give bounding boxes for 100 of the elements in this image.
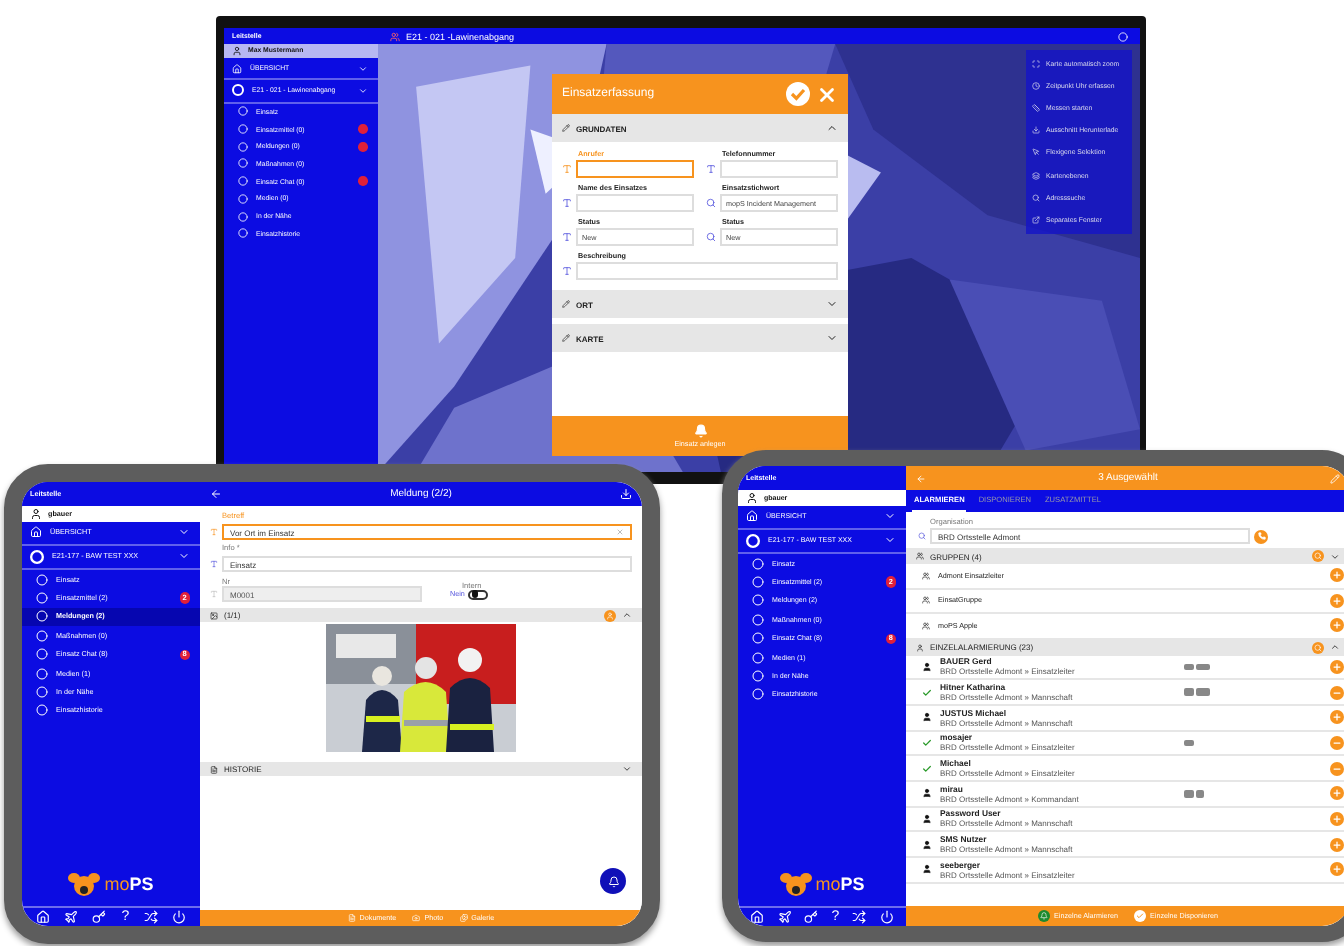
download-icon[interactable] xyxy=(620,488,632,500)
group-icon xyxy=(922,621,930,630)
text-icon xyxy=(210,528,218,536)
circle-icon xyxy=(752,594,764,607)
text-icon xyxy=(706,164,716,174)
input-field[interactable] xyxy=(576,194,694,212)
fab-button[interactable] xyxy=(600,868,626,894)
circle-icon xyxy=(238,193,248,204)
power-icon[interactable] xyxy=(879,910,894,924)
add-button[interactable] xyxy=(1330,710,1344,725)
chevron-up-icon[interactable] xyxy=(1330,642,1340,652)
add-button[interactable] xyxy=(1330,811,1344,826)
home-icon xyxy=(30,526,42,539)
user-icon xyxy=(30,507,42,520)
document-icon xyxy=(347,914,356,922)
home-icon xyxy=(746,510,758,523)
add-button[interactable] xyxy=(1330,593,1344,608)
search-icon xyxy=(1032,193,1040,202)
search-icon xyxy=(918,532,926,540)
pencil-icon xyxy=(562,124,570,132)
search-button[interactable] xyxy=(1312,641,1324,653)
circle-icon xyxy=(238,176,248,187)
window-icon xyxy=(1032,215,1040,224)
remove-button[interactable] xyxy=(1330,735,1344,750)
user-icon xyxy=(746,491,758,504)
circle-icon xyxy=(36,704,48,717)
text-icon xyxy=(562,232,572,242)
input-field[interactable] xyxy=(720,160,838,178)
add-button[interactable] xyxy=(1330,618,1344,633)
document-icon xyxy=(210,765,218,773)
home-icon[interactable] xyxy=(750,910,765,924)
add-button[interactable] xyxy=(1330,786,1344,801)
circle-icon xyxy=(752,613,764,626)
plane-icon[interactable] xyxy=(777,910,792,924)
text-icon xyxy=(562,266,572,276)
bell-icon xyxy=(1038,910,1051,922)
input-field[interactable] xyxy=(576,262,838,280)
image-icon xyxy=(210,611,218,619)
circle-icon[interactable] xyxy=(1118,31,1128,41)
circle-icon xyxy=(752,576,764,589)
home-icon xyxy=(232,63,242,74)
pencil-icon xyxy=(562,334,570,342)
search-icon xyxy=(706,198,716,208)
user-badge-icon xyxy=(604,609,616,621)
back-arrow-icon[interactable] xyxy=(210,488,222,500)
chevron-up-icon xyxy=(622,610,632,620)
circle-icon xyxy=(238,124,248,135)
dog-logo-icon xyxy=(779,870,812,898)
layers-icon xyxy=(1032,171,1040,180)
circle-icon xyxy=(752,669,764,682)
circle-icon xyxy=(752,688,764,701)
clock-icon xyxy=(1032,81,1040,90)
circle-icon xyxy=(238,228,248,239)
phone-button[interactable] xyxy=(1254,529,1268,543)
people-icon xyxy=(390,31,400,41)
home-icon[interactable] xyxy=(35,910,50,924)
close-icon[interactable] xyxy=(816,83,838,105)
ruler-icon xyxy=(1032,103,1040,112)
toggle-switch[interactable] xyxy=(468,589,489,599)
user-icon xyxy=(232,45,242,56)
circle-icon xyxy=(746,533,760,548)
search-button[interactable] xyxy=(1312,550,1324,562)
circle-icon xyxy=(36,667,48,680)
pencil-icon[interactable] xyxy=(1330,473,1340,483)
input-field[interactable] xyxy=(576,160,694,178)
group-icon xyxy=(922,596,930,605)
circle-icon xyxy=(752,651,764,664)
circle-icon xyxy=(30,549,44,564)
tag-chip xyxy=(1184,739,1193,747)
text-icon xyxy=(562,198,572,208)
shuffle-icon[interactable] xyxy=(143,910,158,924)
power-icon[interactable] xyxy=(172,910,187,924)
gallery-icon xyxy=(459,914,468,922)
add-button[interactable] xyxy=(1330,568,1344,583)
add-button[interactable] xyxy=(1330,837,1344,852)
circle-icon xyxy=(36,610,48,623)
remove-button[interactable] xyxy=(1330,685,1344,700)
group-icon xyxy=(916,552,924,560)
pencil-icon xyxy=(562,300,570,308)
circle-icon xyxy=(36,648,48,661)
circle-icon xyxy=(238,211,248,222)
pointer-icon xyxy=(1032,148,1040,157)
remove-button[interactable] xyxy=(1330,761,1344,776)
plane-icon[interactable] xyxy=(64,910,79,924)
confirm-button[interactable] xyxy=(786,82,810,106)
circle-icon xyxy=(36,685,48,698)
group-icon xyxy=(922,571,930,580)
add-button[interactable] xyxy=(1330,659,1344,674)
bell-icon xyxy=(607,875,619,887)
chevron-down-icon xyxy=(826,332,838,344)
chevron-down-icon xyxy=(622,764,632,774)
chevron-down-icon[interactable] xyxy=(1330,551,1340,561)
add-button[interactable] xyxy=(1330,862,1344,877)
text-icon xyxy=(210,560,218,568)
key-icon[interactable] xyxy=(804,910,819,924)
circle-icon xyxy=(752,632,764,645)
text-icon xyxy=(562,164,572,174)
shuffle-icon[interactable] xyxy=(852,910,867,924)
key-icon[interactable] xyxy=(92,910,107,924)
circle-icon xyxy=(752,557,764,570)
